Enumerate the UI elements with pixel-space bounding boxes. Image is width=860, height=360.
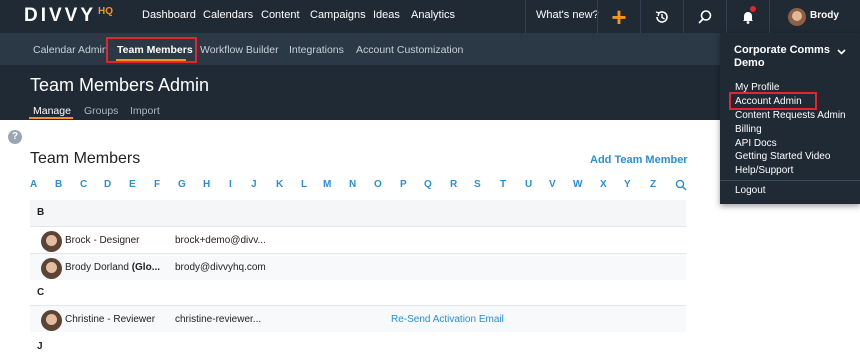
member-name[interactable]: Brock - Designer [65, 235, 139, 246]
logo-text: DIVVY [24, 5, 97, 26]
subnav-integrations[interactable]: Integrations [289, 44, 344, 56]
member-name[interactable]: Brody Dorland (Glo... [65, 262, 160, 273]
nav-calendars[interactable]: Calendars [203, 9, 253, 21]
menu-divider [720, 180, 860, 181]
group-header: B [30, 200, 686, 226]
plus-icon: + [611, 1, 627, 32]
history-button[interactable] [641, 0, 683, 33]
letter-filter[interactable]: V [549, 179, 556, 190]
user-name[interactable]: Brody [810, 10, 839, 21]
letter-filter[interactable]: A [30, 179, 37, 190]
member-email: brody@divvyhq.com [175, 262, 266, 273]
top-navbar: DIVVY HQ Dashboard Calendars Content Cam… [0, 0, 860, 33]
letter-filter[interactable]: X [600, 179, 607, 190]
letter-filter[interactable]: N [349, 179, 356, 190]
group-header: C [30, 280, 686, 306]
letter-filter[interactable]: J [251, 179, 257, 190]
subnav-workflow-builder[interactable]: Workflow Builder [200, 44, 279, 56]
table-row[interactable]: Brody Dorland (Glo... brody@divvyhq.com [30, 253, 686, 280]
group-header: J [30, 334, 686, 360]
account-org-name[interactable]: Corporate Comms Demo [734, 44, 834, 70]
group-letter: C [37, 287, 45, 298]
help-icon[interactable]: ? [8, 130, 22, 144]
letter-filter[interactable]: I [229, 179, 232, 190]
letter-filter[interactable]: Y [624, 179, 631, 190]
add-team-member-link[interactable]: Add Team Member [590, 154, 688, 166]
letter-filter[interactable]: K [276, 179, 283, 190]
logo-suffix: HQ [98, 6, 114, 17]
letter-filter[interactable]: E [129, 179, 136, 190]
chevron-down-icon[interactable] [837, 49, 846, 55]
subnav-calendar-admin[interactable]: Calendar Admin [33, 44, 108, 56]
tab-manage[interactable]: Manage [33, 105, 71, 117]
page-title: Team Members Admin [30, 75, 210, 95]
highlight-box-account-admin [729, 92, 817, 110]
letter-filter[interactable]: R [450, 179, 457, 190]
menu-item-logout[interactable]: Logout [735, 185, 766, 196]
divvyhq-logo[interactable]: DIVVY HQ [24, 5, 113, 27]
active-tab-indicator [29, 117, 73, 119]
table-row[interactable]: Christine - Reviewer christine-reviewer.… [30, 305, 686, 332]
letter-filter[interactable]: U [525, 179, 532, 190]
nav-dashboard[interactable]: Dashboard [142, 9, 196, 21]
letter-filter[interactable]: G [178, 179, 186, 190]
letter-filter[interactable]: S [474, 179, 481, 190]
avatar [41, 258, 62, 279]
whats-new-link[interactable]: What's new? [536, 9, 599, 21]
letter-filter[interactable]: M [323, 179, 331, 190]
member-name[interactable]: Christine - Reviewer [65, 314, 155, 325]
tab-groups[interactable]: Groups [84, 105, 118, 117]
menu-item-getting-started-video[interactable]: Getting Started Video [735, 151, 830, 162]
section-title: Team Members [30, 150, 141, 167]
notification-badge [750, 6, 756, 12]
letter-filter[interactable]: T [500, 179, 506, 190]
avatar [41, 231, 62, 252]
letter-filter[interactable]: L [301, 179, 307, 190]
letter-filter[interactable]: H [203, 179, 210, 190]
search-icon [675, 179, 687, 191]
letter-filter[interactable]: O [374, 179, 382, 190]
menu-item-help-support[interactable]: Help/Support [735, 165, 793, 176]
letter-filter[interactable]: W [573, 179, 582, 190]
menu-item-billing[interactable]: Billing [735, 124, 762, 135]
search-button[interactable] [684, 0, 726, 33]
letter-filter[interactable]: Z [650, 179, 656, 190]
user-avatar[interactable] [786, 0, 808, 33]
search-icon [698, 9, 712, 24]
account-menu: Corporate Comms Demo My Profile Account … [720, 33, 860, 204]
group-letter: J [37, 341, 43, 352]
letter-filter[interactable]: D [104, 179, 111, 190]
menu-item-content-requests-admin[interactable]: Content Requests Admin [735, 110, 846, 121]
letter-filter[interactable]: B [55, 179, 62, 190]
table-row[interactable]: Brock - Designer brock+demo@divv... [30, 226, 686, 253]
letter-filter[interactable]: P [400, 179, 407, 190]
highlight-box-team-members [106, 37, 197, 63]
notifications-button[interactable] [727, 0, 769, 33]
nav-campaigns[interactable]: Campaigns [310, 9, 366, 21]
nav-ideas[interactable]: Ideas [373, 9, 400, 21]
menu-item-api-docs[interactable]: API Docs [735, 138, 777, 149]
member-email: christine-reviewer... [175, 314, 262, 325]
history-icon [655, 10, 668, 23]
nav-content[interactable]: Content [261, 9, 300, 21]
subnav-account-customization[interactable]: Account Customization [356, 44, 463, 56]
add-button[interactable]: + [598, 0, 640, 33]
divider [525, 0, 526, 33]
member-search-button[interactable] [675, 178, 687, 196]
member-email: brock+demo@divv... [175, 235, 266, 246]
avatar [41, 310, 62, 331]
nav-analytics[interactable]: Analytics [411, 9, 455, 21]
letter-filter[interactable]: C [80, 179, 87, 190]
avatar-icon [788, 7, 806, 26]
letter-filter[interactable]: Q [424, 179, 432, 190]
group-letter: B [37, 207, 45, 218]
letter-filter[interactable]: F [154, 179, 160, 190]
divider [769, 0, 770, 33]
resend-activation-link[interactable]: Re-Send Activation Email [391, 314, 504, 325]
tab-import[interactable]: Import [130, 105, 160, 117]
